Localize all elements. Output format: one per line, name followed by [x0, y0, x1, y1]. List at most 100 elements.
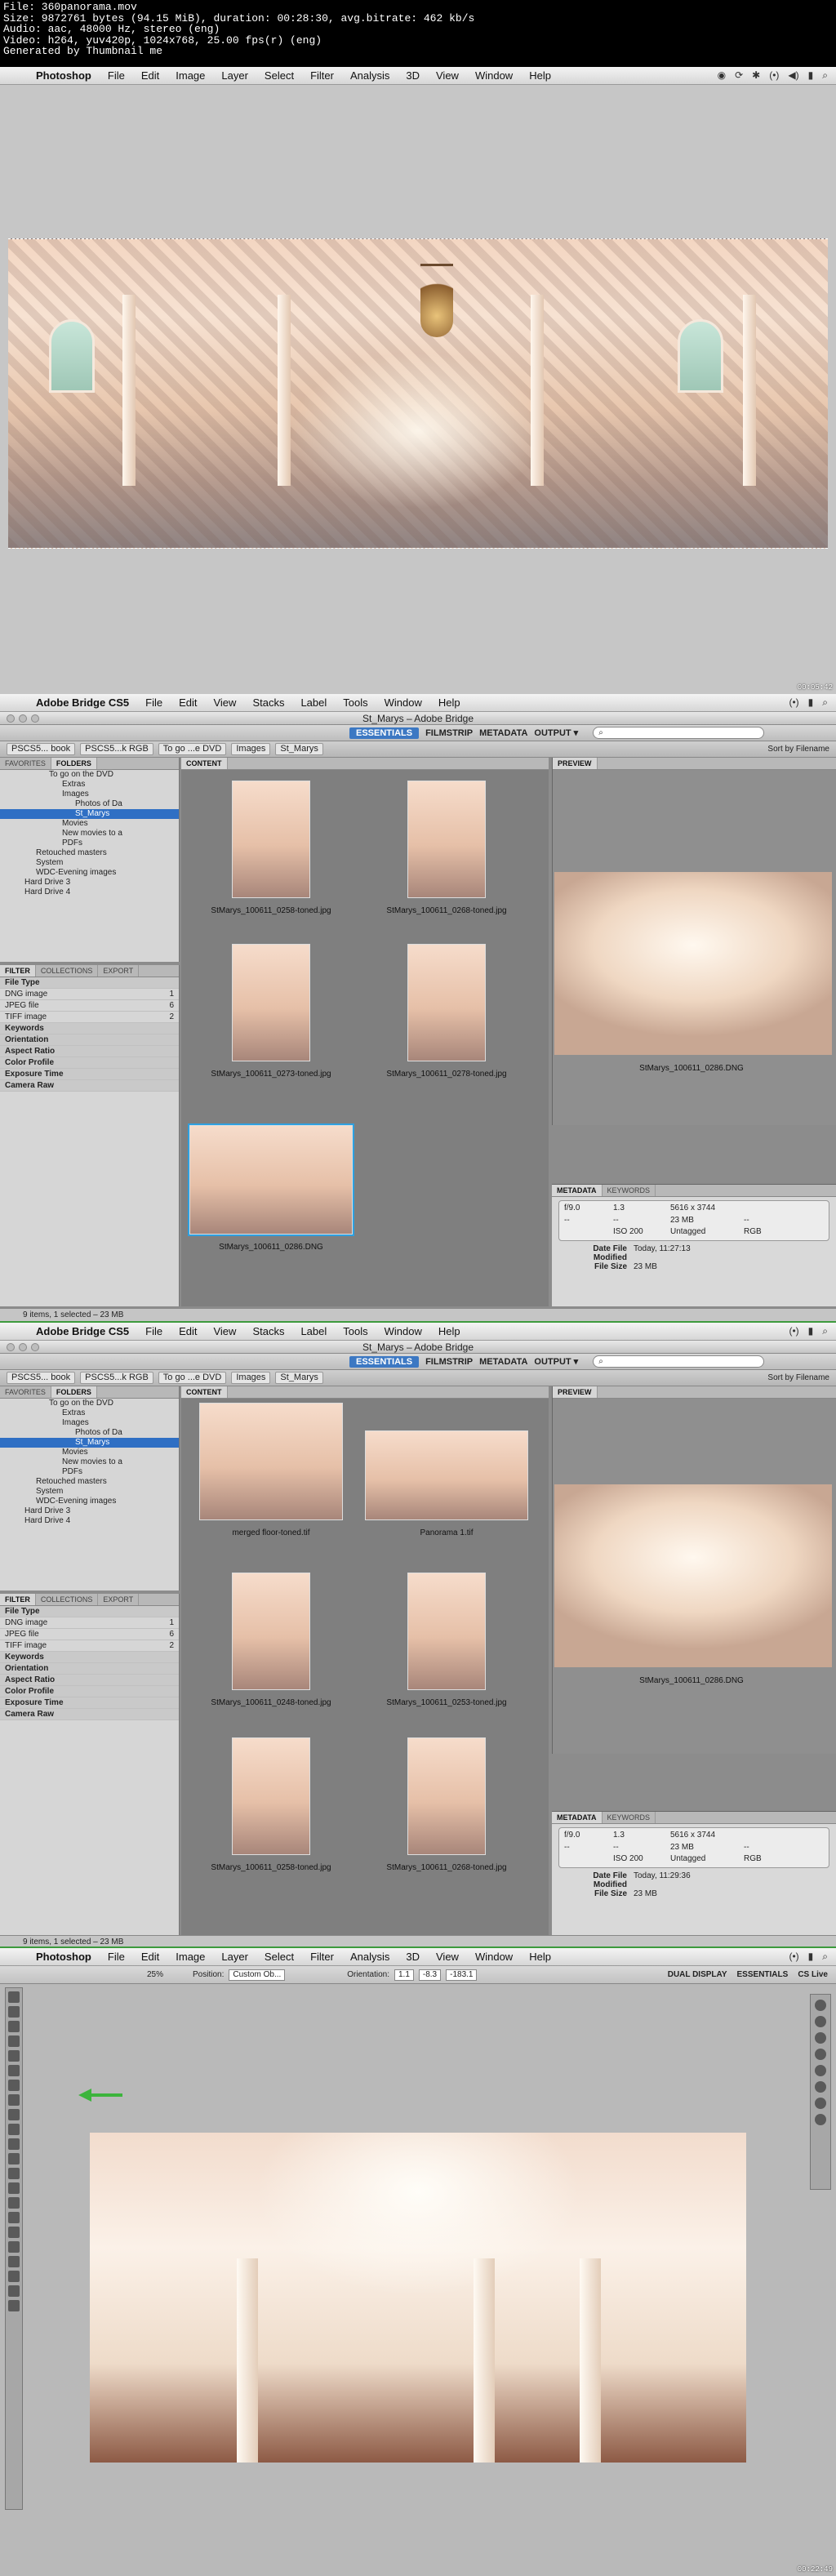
tree-item[interactable]: Hard Drive 3 [0, 1506, 179, 1516]
filter-item[interactable]: DNG image 1 [0, 1617, 179, 1629]
tab-content[interactable]: CONTENT [181, 1386, 228, 1398]
menu-layer[interactable]: Layer [213, 1951, 256, 1963]
filter-group[interactable]: File Type [0, 977, 179, 989]
spotlight-icon[interactable]: ⌕ [822, 1951, 828, 1963]
tab-keywords[interactable]: KEYWORDS [603, 1812, 656, 1823]
marquee-tool-icon[interactable] [8, 2006, 20, 2018]
essentials-button[interactable]: ESSENTIALS [737, 1970, 789, 1979]
menu-edit[interactable]: Edit [171, 1325, 205, 1337]
tree-item[interactable]: New movies to a [0, 829, 179, 839]
stamp-tool-icon[interactable] [8, 2109, 20, 2120]
menu-help[interactable]: Help [430, 1325, 469, 1337]
tab-content[interactable]: CONTENT [181, 758, 228, 769]
wifi-icon[interactable]: (•) [769, 69, 779, 82]
menu-help[interactable]: Help [430, 696, 469, 709]
panel-icon[interactable] [815, 2081, 826, 2093]
menu-filter[interactable]: Filter [302, 69, 342, 82]
menu-stacks[interactable]: Stacks [244, 1325, 292, 1337]
thumbnail[interactable]: StMarys_100611_0278-toned.jpg [365, 944, 528, 1079]
menu-view[interactable]: View [428, 1951, 467, 1963]
menu-tools[interactable]: Tools [335, 696, 376, 709]
menu-3d[interactable]: 3D [398, 1951, 428, 1963]
menu-analysis[interactable]: Analysis [342, 1951, 398, 1963]
filter-group[interactable]: File Type [0, 1606, 179, 1617]
sort-menu[interactable]: Sort by Filename [767, 1373, 829, 1382]
menu-help[interactable]: Help [521, 69, 559, 82]
panel-icon[interactable] [815, 2016, 826, 2027]
thumbnail[interactable]: StMarys_100611_0258-toned.jpg [189, 1737, 353, 1872]
menu-filter[interactable]: Filter [302, 1951, 342, 1963]
breadcrumb[interactable]: PSCS5...k RGB [80, 743, 153, 755]
history-brush-icon[interactable] [8, 2124, 20, 2135]
filter-group[interactable]: Orientation [0, 1034, 179, 1046]
filter-group[interactable]: Orientation [0, 1663, 179, 1675]
cs-live-button[interactable]: CS Live [798, 1970, 828, 1979]
tree-item[interactable]: Photos of Da [0, 799, 179, 809]
thumbnail[interactable]: StMarys_100611_0268-toned.jpg [365, 781, 528, 915]
zoom-tool-icon[interactable] [8, 2300, 20, 2311]
path-select-icon[interactable] [8, 2227, 20, 2238]
lasso-tool-icon[interactable] [8, 2021, 20, 2032]
panel-icon[interactable] [815, 2114, 826, 2125]
document-image[interactable] [90, 2133, 746, 2463]
tab-export[interactable]: EXPORT [98, 1594, 140, 1605]
move-tool-icon[interactable] [8, 1991, 20, 2003]
tree-item[interactable]: PDFs [0, 1467, 179, 1477]
tree-item[interactable]: Photos of Da [0, 1428, 179, 1438]
breadcrumb[interactable]: PSCS5...k RGB [80, 1372, 153, 1384]
minimize-icon[interactable] [19, 714, 27, 723]
type-tool-icon[interactable] [8, 2212, 20, 2223]
thumbnail[interactable]: StMarys_100611_0248-toned.jpg [189, 1573, 353, 1707]
tree-item[interactable]: Extras [0, 1408, 179, 1418]
filter-group[interactable]: Camera Raw [0, 1080, 179, 1092]
thumbnail[interactable]: Panorama 1.tif [365, 1430, 528, 1537]
tab-collections[interactable]: COLLECTIONS [36, 1594, 99, 1605]
menu-view[interactable]: View [205, 696, 244, 709]
breadcrumb[interactable]: PSCS5... book [7, 743, 76, 755]
panel-icon[interactable] [815, 2098, 826, 2109]
tree-item[interactable]: System [0, 858, 179, 868]
filter-item[interactable]: DNG image 1 [0, 989, 179, 1000]
orientation-y-field[interactable]: -8.3 [418, 1969, 442, 1981]
zoom-icon[interactable] [31, 714, 39, 723]
menu-edit[interactable]: Edit [171, 696, 205, 709]
tab-favorites[interactable]: FAVORITES [0, 1386, 51, 1398]
battery-icon[interactable]: ▮ [808, 1325, 814, 1337]
panel-icon[interactable] [815, 2049, 826, 2060]
workspace-essentials[interactable]: ESSENTIALS [349, 727, 420, 739]
tree-item[interactable]: Hard Drive 4 [0, 888, 179, 897]
breadcrumb[interactable]: Images [231, 1372, 271, 1384]
volume-icon[interactable]: ◀) [788, 69, 798, 82]
filter-group[interactable]: Color Profile [0, 1057, 179, 1069]
tray-icon[interactable]: ◉ [718, 69, 726, 82]
3d-rotate-icon[interactable] [8, 2256, 20, 2267]
menu-file[interactable]: File [137, 696, 171, 709]
tree-item-selected[interactable]: St_Marys [0, 809, 179, 819]
spotlight-icon[interactable]: ⌕ [822, 1325, 828, 1337]
tree-item[interactable]: WDC-Evening images [0, 1497, 179, 1506]
battery-icon[interactable]: ▮ [808, 69, 814, 82]
tab-folders[interactable]: FOLDERS [51, 1386, 97, 1398]
thumbnail[interactable]: merged floor-toned.tif [189, 1403, 353, 1537]
gradient-tool-icon[interactable] [8, 2153, 20, 2164]
menu-tools[interactable]: Tools [335, 1325, 376, 1337]
thumbnail[interactable]: StMarys_100611_0273-toned.jpg [189, 944, 353, 1079]
eraser-tool-icon[interactable] [8, 2138, 20, 2150]
tab-export[interactable]: EXPORT [98, 965, 140, 977]
tab-folders[interactable]: FOLDERS [51, 758, 97, 769]
app-menu[interactable]: Adobe Bridge CS5 [28, 1325, 137, 1337]
bluetooth-icon[interactable]: ✱ [752, 69, 760, 82]
search-input[interactable]: ⌕ [593, 727, 765, 739]
filter-item[interactable]: JPEG file 6 [0, 1629, 179, 1640]
wifi-icon[interactable]: (•) [789, 1951, 798, 1963]
tree-item[interactable]: Movies [0, 819, 179, 829]
tree-item[interactable]: To go on the DVD [0, 1399, 179, 1408]
workspace-metadata[interactable]: METADATA [479, 728, 527, 738]
battery-icon[interactable]: ▮ [808, 696, 814, 709]
app-menu[interactable]: Photoshop [28, 69, 100, 82]
tab-preview[interactable]: PREVIEW [553, 758, 598, 769]
breadcrumb[interactable]: To go ...e DVD [158, 1372, 227, 1384]
tab-metadata[interactable]: METADATA [552, 1812, 603, 1823]
filter-group[interactable]: Exposure Time [0, 1069, 179, 1080]
filter-group[interactable]: Color Profile [0, 1686, 179, 1697]
